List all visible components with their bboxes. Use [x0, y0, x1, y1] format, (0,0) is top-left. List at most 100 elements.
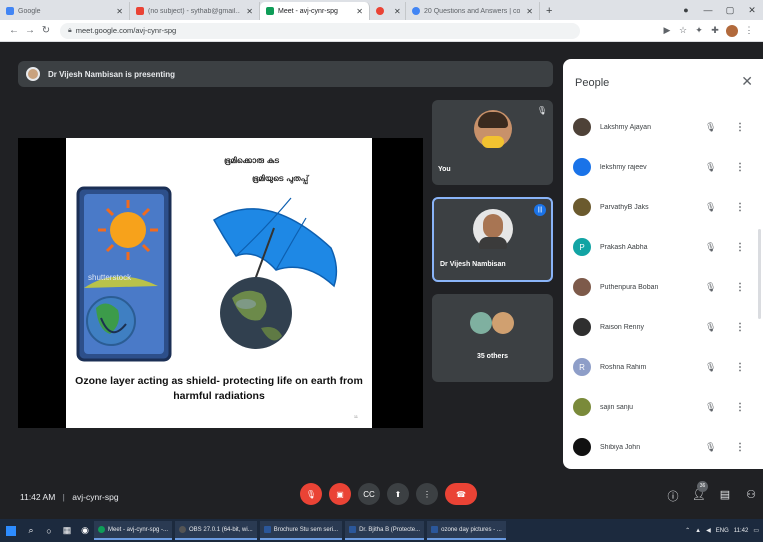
browser-tab-recording[interactable]: ✕: [370, 2, 406, 20]
maximize-icon[interactable]: ▢: [719, 5, 741, 16]
taskbar-app-label: Meet - avj-cynr-spg -...: [108, 526, 169, 533]
cortana-icon[interactable]: ○: [40, 526, 58, 536]
url-field[interactable]: 🔒︎ meet.google.com/avj-cynr-spg: [60, 22, 580, 39]
close-icon[interactable]: ✕: [526, 7, 533, 16]
taskbar-app-word-ozone[interactable]: ozone day pictures - ...: [427, 521, 506, 540]
list-item[interactable]: P Prakash Aabha 🎙︎ ⋮: [563, 227, 763, 267]
present-screen-icon: ⬆: [394, 489, 402, 499]
browser-tab-questions[interactable]: 20 Questions and Answers | co... ✕: [406, 2, 540, 20]
lock-icon: 🔒︎: [68, 26, 72, 34]
list-item[interactable]: sajin sanju 🎙︎ ⋮: [563, 387, 763, 427]
list-item[interactable]: Raison Renny 🎙︎ ⋮: [563, 307, 763, 347]
close-icon[interactable]: ✕: [246, 7, 253, 16]
profile-dot-icon[interactable]: ●: [675, 5, 697, 15]
people-button[interactable]: 👤︎ 36: [686, 481, 712, 504]
extension-icon[interactable]: ✦: [691, 25, 707, 36]
close-icon[interactable]: ✕: [741, 73, 753, 90]
bookmark-star-icon[interactable]: ☆: [675, 25, 691, 36]
list-item[interactable]: R Roshna Rahim 🎙︎ ⋮: [563, 347, 763, 387]
more-options-icon[interactable]: ⋮: [735, 442, 745, 453]
list-item[interactable]: Puthenpura Boban 🎙︎ ⋮: [563, 267, 763, 307]
tile-speaker[interactable]: ||| Dr Vijesh Nambisan: [432, 197, 553, 282]
camera-toggle-button[interactable]: ▣: [329, 483, 351, 505]
back-icon[interactable]: ←: [6, 25, 22, 36]
taskbar-app-label: OBS 27.0.1 (64-bit, wi...: [189, 526, 253, 533]
participant-list: Lakshmy Ajayan 🎙︎ ⋮ lekshmy rajeev 🎙︎ ⋮ …: [563, 107, 763, 467]
minimize-icon[interactable]: —: [697, 5, 719, 15]
gmail-icon: [136, 7, 144, 15]
activities-icon[interactable]: ⚇: [738, 488, 763, 504]
captions-button[interactable]: CC: [358, 483, 380, 505]
more-vert-icon: ⋮: [423, 489, 431, 499]
avatar: [573, 318, 591, 336]
close-icon[interactable]: ✕: [356, 7, 363, 16]
mic-toggle-button[interactable]: 🎙︎: [300, 483, 322, 505]
leave-call-button[interactable]: ☎: [445, 483, 477, 505]
network-icon[interactable]: ▲: [695, 528, 701, 534]
close-window-icon[interactable]: ✕: [741, 5, 763, 16]
taskbar-app-word-brochure[interactable]: Brochure Stu sem seri...: [259, 521, 343, 540]
taskbar-app-meet[interactable]: Meet - avj-cynr-spg -...: [94, 521, 173, 540]
word-icon: [431, 526, 439, 533]
search-icon[interactable]: ⌕: [22, 525, 40, 536]
chrome-icon[interactable]: ◉: [76, 525, 94, 536]
panel-scrollbar[interactable]: [758, 229, 761, 319]
tab-label: Meet - avj-cynr-spg: [278, 7, 338, 15]
list-item[interactable]: Shibiya John 🎙︎ ⋮: [563, 427, 763, 467]
puzzle-icon[interactable]: ✚: [707, 25, 723, 36]
task-view-icon[interactable]: ▦: [58, 525, 76, 536]
list-item[interactable]: lekshmy rajeev 🎙︎ ⋮: [563, 147, 763, 187]
browser-tab-meet[interactable]: Meet - avj-cynr-spg ✕: [260, 2, 370, 20]
volume-icon[interactable]: ◀: [706, 527, 711, 534]
more-options-icon[interactable]: ⋮: [735, 242, 745, 253]
profile-avatar[interactable]: [726, 24, 738, 37]
more-options-icon[interactable]: ⋮: [735, 322, 745, 333]
people-panel: People ✕ Lakshmy Ajayan 🎙︎ ⋮ lekshmy raj…: [563, 59, 763, 469]
close-icon[interactable]: ✕: [394, 7, 401, 16]
more-options-icon[interactable]: ⋮: [735, 362, 745, 373]
forward-icon[interactable]: →: [22, 25, 38, 36]
taskbar-clock[interactable]: 11:42: [734, 528, 749, 534]
avatar: [470, 312, 492, 334]
site-icon: [412, 7, 420, 15]
tile-you[interactable]: 🎙︎ You: [432, 100, 553, 185]
more-options-icon[interactable]: ⋮: [735, 122, 745, 133]
tray-arrow-icon[interactable]: ⌃: [685, 527, 690, 534]
word-icon: [349, 526, 357, 533]
more-options-icon[interactable]: ⋮: [735, 162, 745, 173]
mic-off-icon: 🎙︎: [705, 321, 717, 332]
present-button[interactable]: ⬆: [387, 483, 409, 505]
avatar: [573, 438, 591, 456]
presentation-stage: ഭൂമിക്കൊരു കുട ഭൂമിയുടെ പുതപ്പ് shutters…: [18, 138, 423, 428]
taskbar-app-label: Dr. Bjitha B (Protecte...: [359, 526, 421, 533]
close-icon[interactable]: ✕: [116, 7, 123, 16]
watermark-text: shutterstock: [88, 273, 132, 282]
browser-tab-google[interactable]: Google ✕: [0, 2, 130, 20]
more-options-icon[interactable]: ⋮: [735, 402, 745, 413]
record-icon: [376, 7, 384, 15]
taskbar-app-obs[interactable]: OBS 27.0.1 (64-bit, wi...: [175, 521, 257, 540]
participant-name: lekshmy rajeev: [600, 163, 647, 171]
more-options-button[interactable]: ⋮: [416, 483, 438, 505]
url-text: meet.google.com/avj-cynr-spg: [75, 26, 177, 35]
more-options-icon[interactable]: ⋮: [735, 282, 745, 293]
reload-icon[interactable]: ↻: [38, 25, 54, 36]
mic-off-icon: 🎙︎: [536, 106, 547, 115]
new-tab-button[interactable]: +: [540, 2, 558, 20]
tile-others[interactable]: 35 others: [432, 294, 553, 382]
os-taskbar: ⌕ ○ ▦ ◉ Meet - avj-cynr-spg -... OBS 27.…: [0, 519, 763, 542]
meeting-info-icon[interactable]: ⓘ: [660, 488, 686, 504]
list-item[interactable]: Lakshmy Ajayan 🎙︎ ⋮: [563, 107, 763, 147]
menu-dots-icon[interactable]: ⋮: [741, 25, 757, 36]
avatar-face: [483, 214, 503, 238]
browser-tab-gmail[interactable]: (no subject) - sythab@gmail... ✕: [130, 2, 260, 20]
cast-icon[interactable]: ▶: [659, 25, 675, 36]
language-indicator[interactable]: ENG: [716, 528, 729, 534]
notifications-icon[interactable]: ▭: [753, 527, 759, 534]
presenting-text: Dr Vijesh Nambisan is presenting: [48, 69, 176, 79]
more-options-icon[interactable]: ⋮: [735, 202, 745, 213]
list-item[interactable]: ParvathyB Jaks 🎙︎ ⋮: [563, 187, 763, 227]
taskbar-app-word-doc[interactable]: Dr. Bjitha B (Protecte...: [345, 521, 425, 540]
windows-start-icon[interactable]: [6, 525, 16, 536]
chat-icon[interactable]: ▤: [712, 488, 738, 504]
